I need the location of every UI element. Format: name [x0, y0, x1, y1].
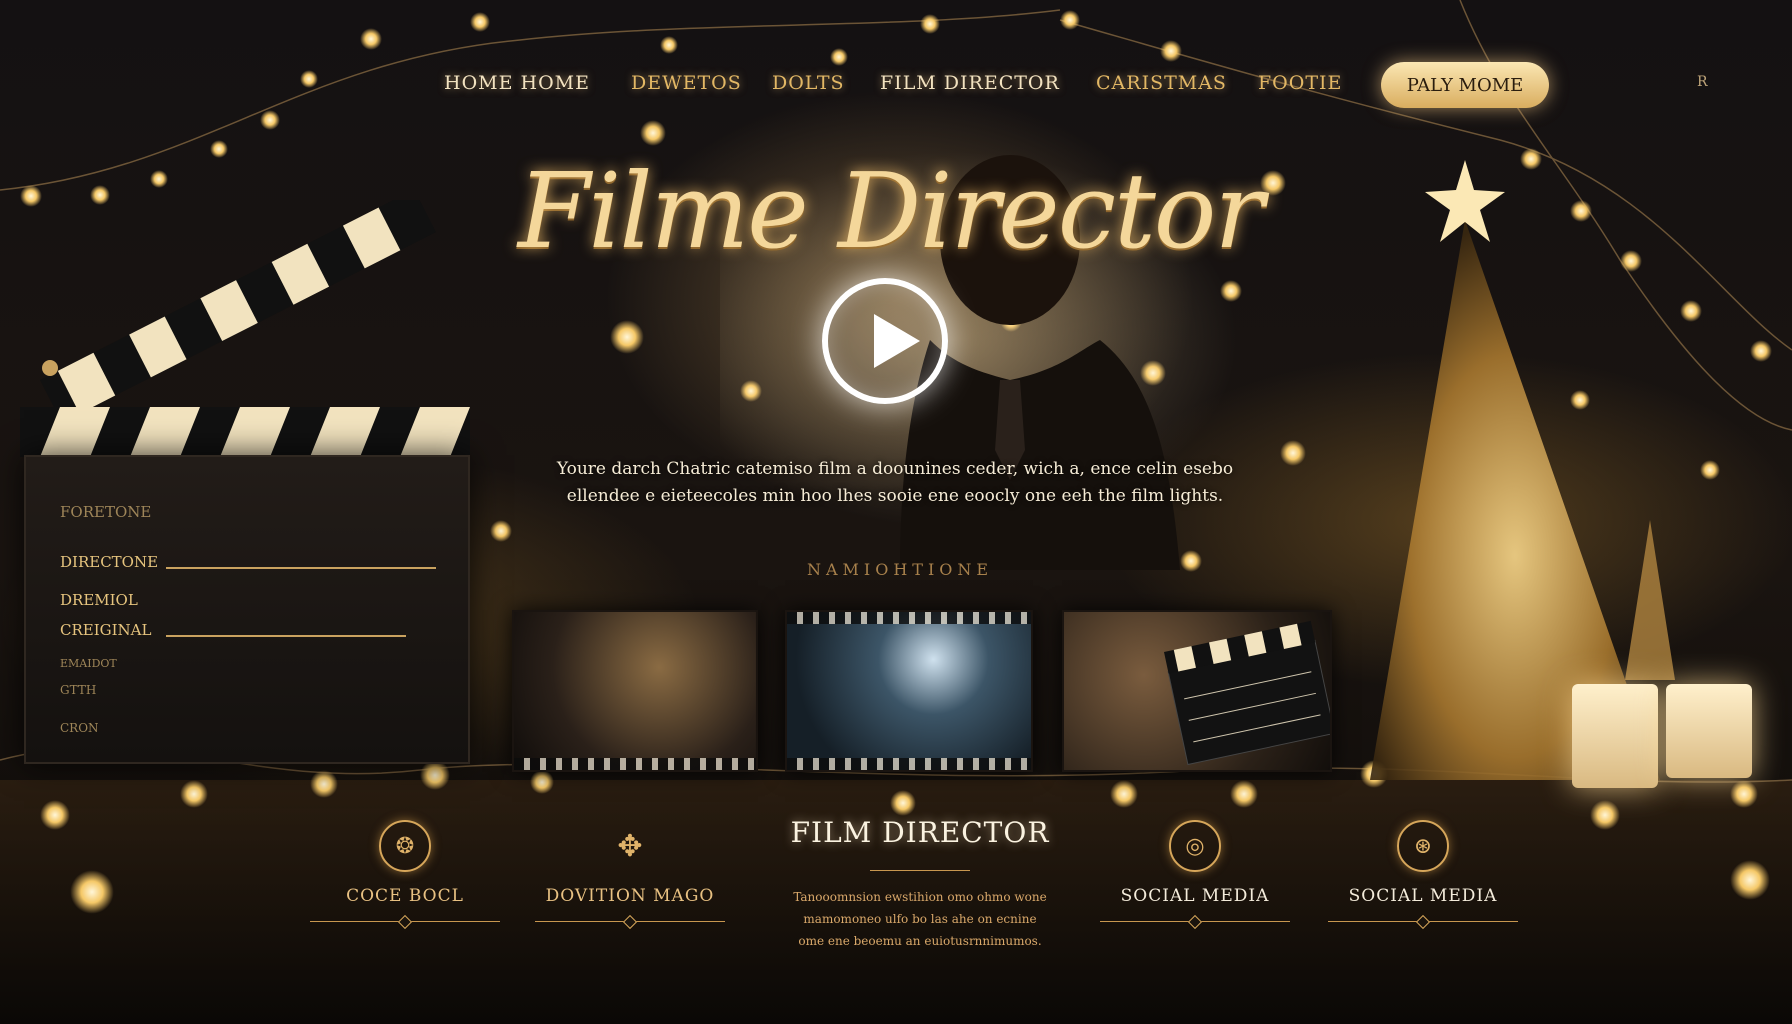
footer-column: ✥ DOVITION MAGO — [515, 820, 745, 930]
slate-row: GTTH — [60, 683, 97, 697]
nav-item-footie[interactable]: FOOTIE — [1258, 72, 1342, 94]
slate-row: EMAIDOT — [60, 657, 117, 670]
nav-item-home[interactable]: HOME HOME — [444, 72, 590, 94]
footer-label[interactable]: SOCIAL MEDIA — [1080, 886, 1310, 906]
filmstrip-edge — [787, 758, 1031, 770]
social-icon[interactable]: ◎ — [1169, 820, 1221, 872]
footer-description-line: Tanooomnsion ewstihion omo ohmo wone — [793, 890, 1047, 904]
nav-item-dolts[interactable]: DOLTS — [772, 72, 845, 94]
clapperboard-base-stripe — [20, 407, 470, 457]
footer-description-line: ome ene beoemu an euiotusrnnimumos. — [798, 934, 1042, 948]
hero-description: Youre darch Chatric catemiso film a doou… — [500, 456, 1290, 510]
social-icon[interactable]: ⊛ — [1397, 820, 1449, 872]
slate-row: FORETONE — [60, 503, 152, 521]
nav-item-dewetos[interactable]: DEWETOS — [631, 72, 742, 94]
footer-separator — [870, 870, 970, 871]
clapper-icon — [1164, 620, 1330, 766]
ornamental-divider — [535, 914, 725, 930]
filmstrip-edge — [514, 758, 756, 770]
top-navigation: HOME HOME DEWETOS DOLTS FILM DIRECTOR CA… — [0, 60, 1792, 112]
footer-description-line: mamomoneo ulfo bo las ahe on ecnine — [803, 912, 1037, 926]
slate-row: CRON — [60, 721, 99, 735]
footer-label[interactable]: DOVITION MAGO — [515, 886, 745, 906]
nav-item-film-director[interactable]: FILM DIRECTOR — [880, 72, 1060, 94]
gallery-thumbnail-rain-scene[interactable] — [785, 610, 1033, 772]
clapperboard-slate: FORETONE DIRECTONE DREMIOL CREIGINAL EMA… — [24, 455, 470, 764]
slate-row: DREMIOL — [60, 591, 138, 609]
play-movie-button[interactable]: PALY MOME — [1381, 62, 1549, 108]
hero-description-line: Youre darch Chatric catemiso film a doou… — [556, 459, 1234, 479]
candle — [1572, 684, 1658, 788]
slate-line — [166, 635, 406, 637]
footer-column: ⊛ SOCIAL MEDIA — [1308, 820, 1538, 930]
footer-title: FILM DIRECTOR — [790, 816, 1050, 849]
footer-label[interactable]: SOCIAL MEDIA — [1308, 886, 1538, 906]
hero-description-line: ellendee e eieteecoles min hoo lhes sooi… — [566, 486, 1224, 506]
play-video-button[interactable] — [822, 278, 948, 404]
hero-title: Filme Director — [517, 150, 1264, 272]
clapperboard-illustration: FORETONE DIRECTONE DREMIOL CREIGINAL EMA… — [20, 200, 470, 764]
crest-icon[interactable]: ✥ — [604, 820, 656, 872]
candle — [1666, 684, 1752, 778]
ornamental-divider — [310, 914, 500, 930]
footer-column: ◎ SOCIAL MEDIA — [1080, 820, 1310, 930]
filmstrip-edge — [787, 612, 1031, 624]
ornamental-divider — [1100, 914, 1290, 930]
gallery-thumbnail-clapper[interactable] — [1062, 610, 1332, 772]
footer-column: ❂ COCE BOCL — [290, 820, 520, 930]
gallery-label: NAMIOHTIONE — [806, 560, 994, 579]
play-icon — [874, 314, 920, 368]
gallery-thumbnail-camera[interactable] — [512, 610, 758, 772]
nav-mark: R — [1697, 74, 1708, 90]
slate-line — [166, 567, 436, 569]
nav-item-caristmas[interactable]: CARISTMAS — [1096, 72, 1227, 94]
emblem-icon[interactable]: ❂ — [379, 820, 431, 872]
ornamental-divider — [1328, 914, 1518, 930]
footer-label[interactable]: COCE BOCL — [290, 886, 520, 906]
footer-description: Tanooomnsion ewstihion omo ohmo wone mam… — [760, 886, 1080, 952]
slate-row: CREIGINAL — [60, 621, 152, 639]
slate-row: DIRECTONE — [60, 553, 159, 571]
